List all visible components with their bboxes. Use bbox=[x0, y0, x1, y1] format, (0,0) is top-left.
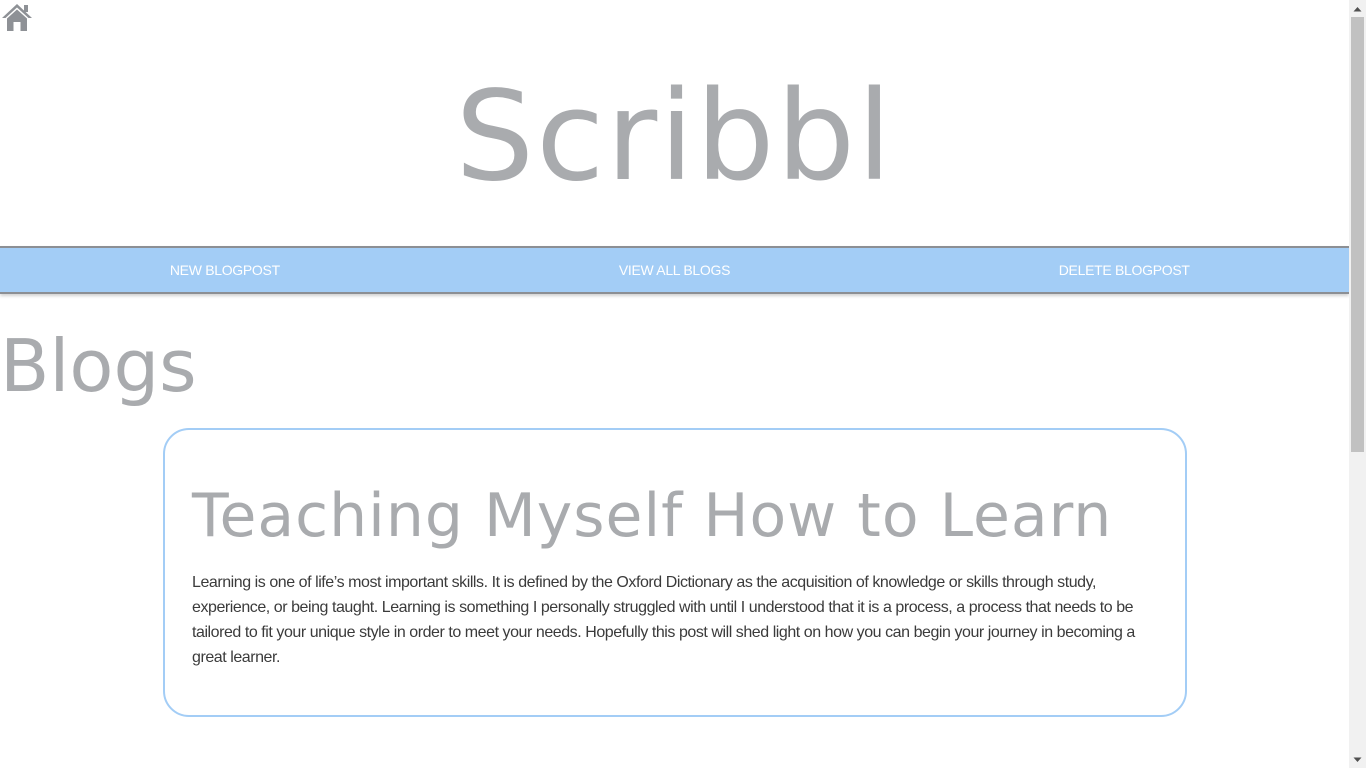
scroll-down-arrow[interactable] bbox=[1349, 751, 1366, 768]
scroll-up-arrow[interactable] bbox=[1349, 0, 1366, 17]
blog-post-excerpt: Learning is one of life’s most important… bbox=[192, 574, 1135, 666]
home-link[interactable] bbox=[1, 2, 33, 32]
main-navbar: NEW BLOGPOST VIEW ALL BLOGS DELETE BLOGP… bbox=[0, 246, 1349, 294]
scrollbar-thumb[interactable] bbox=[1351, 17, 1364, 452]
nav-new-blogpost[interactable]: NEW BLOGPOST bbox=[0, 248, 450, 292]
home-icon bbox=[2, 4, 32, 31]
chevron-up-icon bbox=[1353, 6, 1362, 11]
nav-view-all-blogs[interactable]: VIEW ALL BLOGS bbox=[450, 248, 900, 292]
vertical-scrollbar[interactable] bbox=[1349, 0, 1366, 768]
site-title: Scribbl bbox=[455, 65, 894, 209]
blog-post-card[interactable]: Teaching Myself How to Learn Learning is… bbox=[163, 428, 1187, 717]
chevron-down-icon bbox=[1353, 757, 1362, 762]
blog-post-title[interactable]: Teaching Myself How to Learn bbox=[192, 476, 1112, 556]
page: Scribbl NEW BLOGPOST VIEW ALL BLOGS DELE… bbox=[0, 0, 1349, 768]
section-heading: Blogs bbox=[0, 324, 197, 408]
nav-delete-blogpost[interactable]: DELETE BLOGPOST bbox=[899, 248, 1349, 292]
